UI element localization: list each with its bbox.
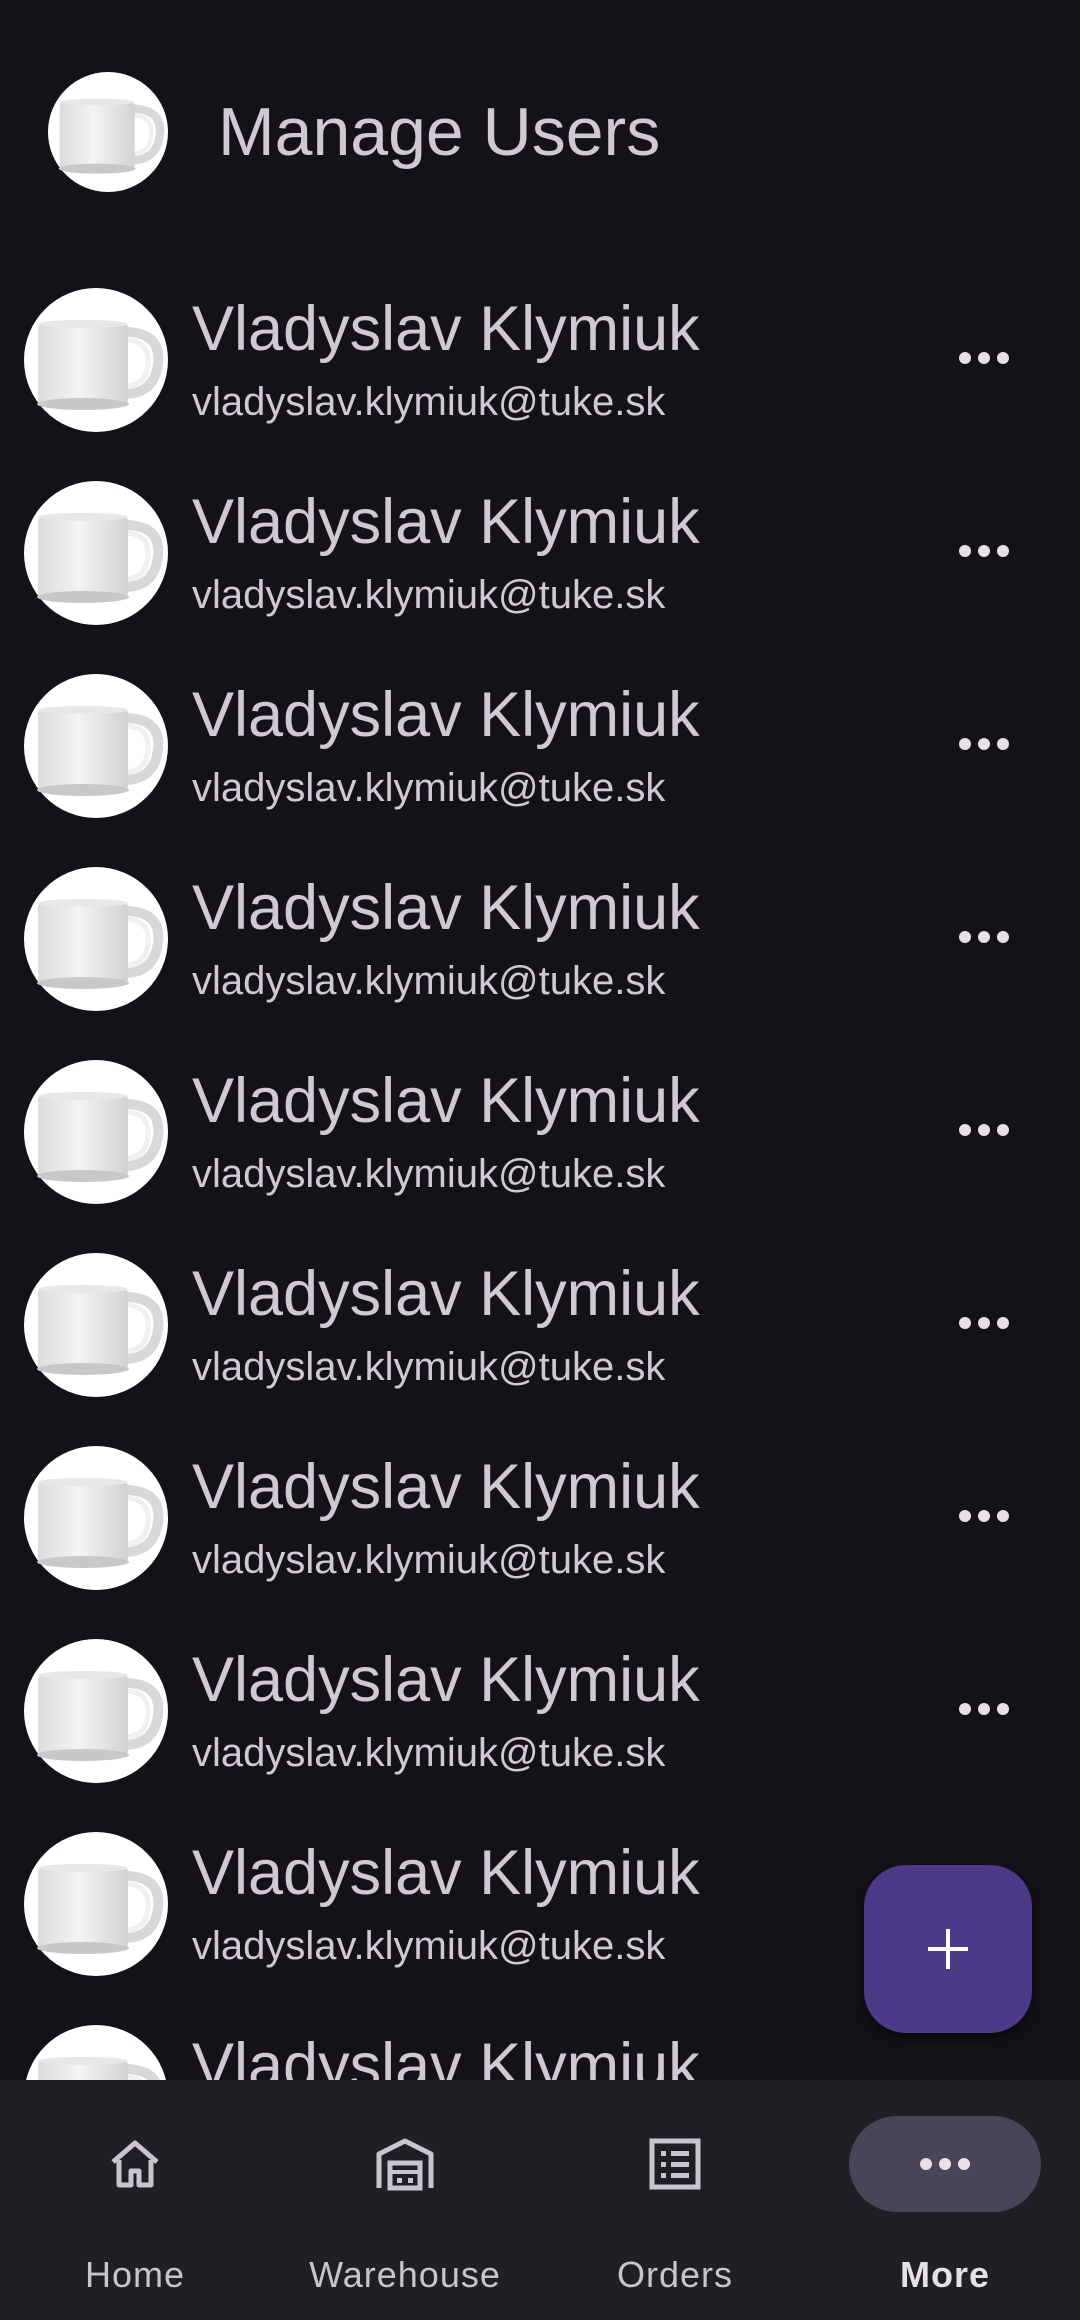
mug-avatar-icon xyxy=(24,867,168,1011)
user-name: Vladyslav Klymiuk xyxy=(192,873,700,943)
more-horiz-icon xyxy=(958,1316,1010,1335)
bottom-navigation-bar: Home Warehouse Orders More xyxy=(0,2080,1080,2320)
mug-avatar-icon xyxy=(24,1832,168,1976)
warehouse-icon xyxy=(309,2116,501,2212)
user-email: vladyslav.klymiuk@tuke.sk xyxy=(192,1345,666,1389)
mug-avatar-icon[interactable] xyxy=(48,72,168,192)
app-root: Manage Users Vladyslav Klymiuk vladyslav.… xyxy=(0,0,1080,2320)
mug-avatar-icon xyxy=(24,288,168,432)
more-horiz-icon xyxy=(958,1509,1010,1528)
more-horiz-icon xyxy=(958,1702,1010,1721)
user-name: Vladyslav Klymiuk xyxy=(192,1645,700,1715)
user-list-item[interactable]: Vladyslav Klymiuk vladyslav.klymiuk@tuke.… xyxy=(0,1042,1080,1235)
mug-avatar-icon xyxy=(24,1639,168,1783)
user-list-item[interactable]: Vladyslav Klymiuk vladyslav.klymiuk@tuke.… xyxy=(0,849,1080,1042)
user-email: vladyslav.klymiuk@tuke.sk xyxy=(192,1538,666,1582)
more-options-button[interactable] xyxy=(940,907,1028,971)
more-horiz-icon xyxy=(958,930,1010,949)
user-email: vladyslav.klymiuk@tuke.sk xyxy=(192,1924,666,1968)
mug-avatar-icon xyxy=(24,481,168,625)
more-options-button[interactable] xyxy=(940,1679,1028,1743)
home-icon xyxy=(39,2116,231,2212)
orders-list-icon xyxy=(579,2116,771,2212)
user-email: vladyslav.klymiuk@tuke.sk xyxy=(192,1731,666,1775)
more-options-button[interactable] xyxy=(940,1486,1028,1550)
user-list-item[interactable]: Vladyslav Klymiuk vladyslav.klymiuk@tuke.… xyxy=(0,463,1080,656)
user-email: vladyslav.klymiuk@tuke.sk xyxy=(192,766,666,810)
user-name: Vladyslav Klymiuk xyxy=(192,1066,700,1136)
user-email: vladyslav.klymiuk@tuke.sk xyxy=(192,1152,666,1196)
nav-item-more[interactable]: More xyxy=(810,2080,1080,2320)
user-name: Vladyslav Klymiuk xyxy=(192,487,700,557)
user-list-item[interactable]: Vladyslav Klymiuk vladyslav.klymiuk@tuke.… xyxy=(0,1428,1080,1621)
user-email: vladyslav.klymiuk@tuke.sk xyxy=(192,380,666,424)
more-options-button[interactable] xyxy=(940,714,1028,778)
page-title: Manage Users xyxy=(218,94,661,170)
mug-avatar-icon xyxy=(24,1060,168,1204)
user-name: Vladyslav Klymiuk xyxy=(192,2031,700,2080)
user-email: vladyslav.klymiuk@tuke.sk xyxy=(192,959,666,1003)
add-user-button[interactable] xyxy=(864,1865,1032,2033)
nav-label: Orders xyxy=(616,2254,734,2295)
user-email: vladyslav.klymiuk@tuke.sk xyxy=(192,573,666,617)
nav-item-orders[interactable]: Orders xyxy=(540,2080,810,2320)
more-options-button[interactable] xyxy=(940,1293,1028,1357)
user-name: Vladyslav Klymiuk xyxy=(192,1452,700,1522)
user-name: Vladyslav Klymiuk xyxy=(192,1259,700,1329)
more-options-button[interactable] xyxy=(940,2065,1028,2080)
nav-label: Warehouse xyxy=(309,2254,501,2295)
mug-avatar-icon xyxy=(24,674,168,818)
more-options-button[interactable] xyxy=(940,1100,1028,1164)
more-horiz-icon xyxy=(958,351,1010,370)
more-options-button[interactable] xyxy=(940,328,1028,392)
user-list-item[interactable]: Vladyslav Klymiuk vladyslav.klymiuk@tuke.… xyxy=(0,1621,1080,1814)
user-list[interactable]: Vladyslav Klymiuk vladyslav.klymiuk@tuke.… xyxy=(0,270,1080,2080)
user-name: Vladyslav Klymiuk xyxy=(192,680,700,750)
more-horiz-icon xyxy=(958,737,1010,756)
plus-icon xyxy=(928,1929,968,1969)
nav-label: More xyxy=(899,2254,990,2295)
user-name: Vladyslav Klymiuk xyxy=(192,1838,700,1908)
user-list-item[interactable]: Vladyslav Klymiuk vladyslav.klymiuk@tuke.… xyxy=(0,270,1080,463)
nav-label: Home xyxy=(84,2254,186,2295)
more-horiz-icon xyxy=(849,2116,1041,2212)
nav-item-warehouse[interactable]: Warehouse xyxy=(270,2080,540,2320)
nav-item-home[interactable]: Home xyxy=(0,2080,270,2320)
user-list-item[interactable]: Vladyslav Klymiuk vladyslav.klymiuk@tuke.… xyxy=(0,1235,1080,1428)
more-horiz-icon xyxy=(958,1123,1010,1142)
more-horiz-icon xyxy=(958,544,1010,563)
more-options-button[interactable] xyxy=(940,521,1028,585)
mug-avatar-icon xyxy=(24,1253,168,1397)
mug-avatar-icon xyxy=(24,2025,168,2080)
user-list-item[interactable]: Vladyslav Klymiuk vladyslav.klymiuk@tuke.… xyxy=(0,656,1080,849)
user-name: Vladyslav Klymiuk xyxy=(192,294,700,364)
top-app-bar: Manage Users xyxy=(0,0,1080,270)
mug-avatar-icon xyxy=(24,1446,168,1590)
